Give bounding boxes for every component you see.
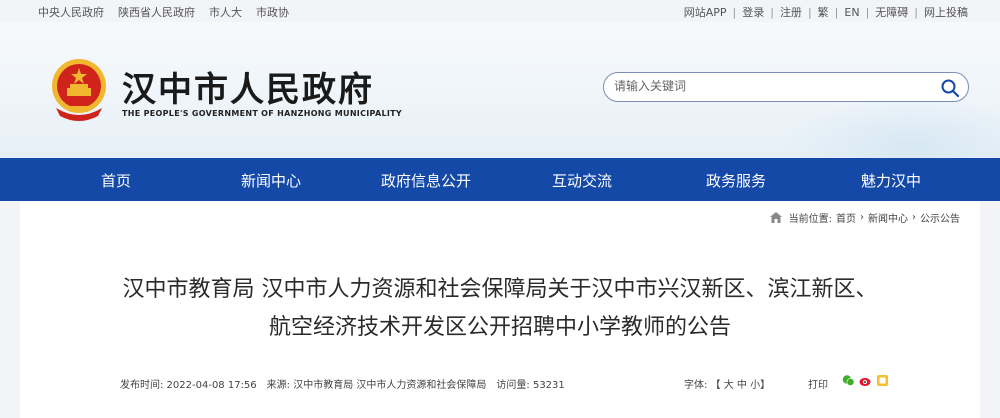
breadcrumb-news[interactable]: 新闻中心 [868,210,908,225]
top-links-left: 中央人民政府 陕西省人民政府 市人大 市政协 [38,4,303,20]
main-nav: 首页 新闻中心 政府信息公开 互动交流 政务服务 魅力汉中 [0,158,1000,201]
breadcrumb-prefix: 当前位置: [788,214,832,225]
divider: | [865,5,870,19]
link-shaanxi-government[interactable]: 陕西省人民政府 [118,4,195,20]
site-title[interactable]: 汉中市人民政府 [122,62,374,111]
breadcrumb: 当前位置: 首页 › 新闻中心 › 公示公告 [769,210,962,225]
nav-item-charm[interactable]: 魅力汉中 [861,170,921,191]
article-meta: 发布时间: 2022-04-08 17:56 来源: 汉中市教育局 汉中市人力资… [120,376,575,391]
nav-item-interaction[interactable]: 互动交流 [552,170,612,191]
divider: | [770,5,774,19]
weibo-icon[interactable] [859,374,872,387]
view-count: 访问量: 53231 [496,380,565,391]
nav-item-news[interactable]: 新闻中心 [241,170,301,191]
breadcrumb-sep: › [912,212,916,223]
article-title-line: 航空经济技术开发区公开招聘中小学教师的公告 [268,315,731,340]
nav-item-services[interactable]: 政务服务 [706,170,766,191]
top-bar: 中央人民政府 陕西省人民政府 市人大 市政协 网站APP | 登录 | 注册 | 繁 |… [0,0,1000,22]
link-city-cppcc[interactable]: 市政协 [256,4,289,20]
divider: | [732,5,737,19]
site-subtitle: THE PEOPLE'S GOVERNMENT OF HANZHONG MUNI… [122,109,402,118]
article-panel: 当前位置: 首页 › 新闻中心 › 公示公告 汉中市教育局 汉中市人力资源和社会… [20,201,980,418]
share-tools: 打印 [808,369,889,391]
link-traditional[interactable]: 繁 [818,4,829,20]
divider: | [834,5,839,19]
divider: | [807,5,812,19]
link-accessibility[interactable]: 无障碍 [875,4,908,20]
nav-item-home[interactable]: 首页 [101,170,131,191]
cloud-decoration [780,98,1000,158]
divider: | [914,5,918,19]
search-icon[interactable] [940,78,960,98]
link-login[interactable]: 登录 [742,4,764,20]
national-emblem-icon[interactable] [48,56,110,122]
breadcrumb-home[interactable]: 首页 [836,210,856,225]
article-source: 来源: 汉中市教育局 汉中市人力资源和社会保障局 [266,380,487,391]
nav-item-gov-info[interactable]: 政府信息公开 [381,170,471,191]
link-city-npc[interactable]: 市人大 [209,4,242,20]
link-register[interactable]: 注册 [780,4,802,20]
publish-time: 发布时间: 2022-04-08 17:56 [120,380,257,391]
qzone-icon[interactable] [876,374,889,387]
link-english[interactable]: EN [844,6,859,19]
link-submit-article[interactable]: 网上投稿 [924,4,968,20]
search-input[interactable] [614,79,934,93]
search-box [603,72,969,102]
breadcrumb-sep: › [860,212,864,223]
link-app[interactable]: 网站APP [684,4,727,20]
article-title-line: 汉中市教育局 汉中市人力资源和社会保障局关于汉中市兴汉新区、滨江新区、 [122,277,878,302]
top-links-right: 网站APP | 登录 | 注册 | 繁 | EN | 无障碍 | 网上投稿 [684,4,968,20]
article-title: 汉中市教育局 汉中市人力资源和社会保障局关于汉中市兴汉新区、滨江新区、 航空经济… [20,271,980,347]
print-button[interactable]: 打印 [808,376,828,391]
font-size-switcher[interactable]: 字体: 【 大 中 小】 [684,376,770,391]
link-central-government[interactable]: 中央人民政府 [38,4,104,20]
home-icon [769,212,782,223]
wechat-icon[interactable] [842,374,855,387]
site-header: 汉中市人民政府 THE PEOPLE'S GOVERNMENT OF HANZH… [0,22,1000,158]
breadcrumb-announcements[interactable]: 公示公告 [920,210,960,225]
